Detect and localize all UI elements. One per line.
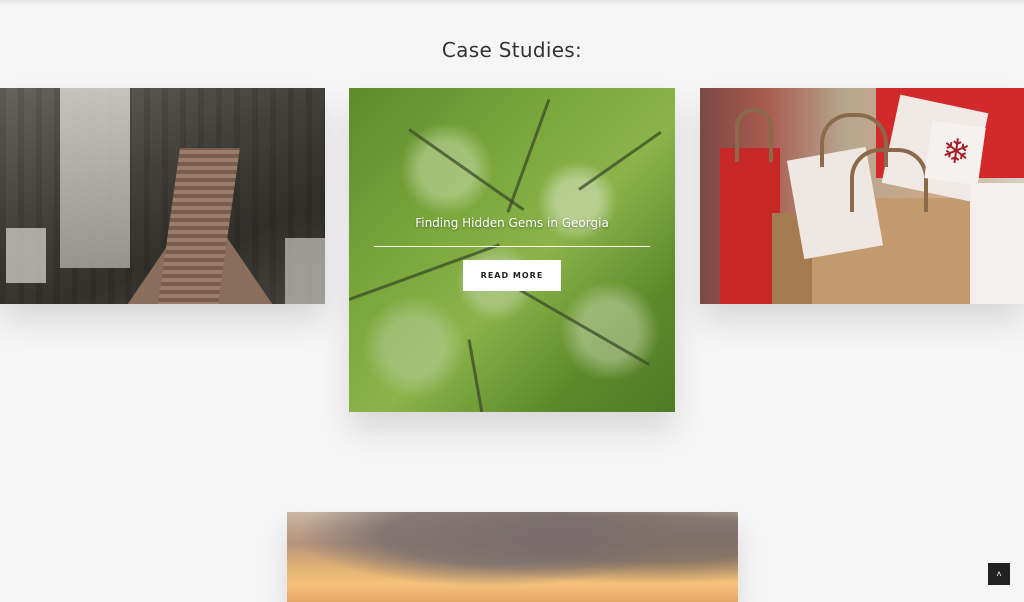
building-shape	[6, 228, 46, 283]
bag-handle-shape	[850, 148, 928, 212]
card-overlay-divider	[374, 246, 650, 247]
case-study-card-bags[interactable]: ❄	[700, 88, 1024, 304]
read-more-button[interactable]: READ MORE	[463, 260, 561, 291]
building-shape	[60, 88, 130, 268]
branch-shape	[506, 98, 551, 213]
case-study-card-sunset[interactable]	[287, 512, 738, 602]
card-overlay-title[interactable]: Finding Hidden Gems in Georgia	[349, 216, 675, 230]
case-study-card-city[interactable]	[0, 88, 325, 304]
snowflake-icon: ❄	[939, 130, 973, 174]
header-bar-edge	[0, 0, 1024, 2]
branch-shape	[467, 339, 490, 412]
bag-shape	[970, 183, 1024, 304]
bag-handle-shape	[735, 108, 773, 162]
case-study-card-forest[interactable]: Finding Hidden Gems in Georgia READ MORE	[349, 88, 675, 412]
branch-shape	[408, 128, 525, 212]
section-title: Case Studies:	[441, 38, 583, 62]
scroll-to-top-button[interactable]: ˄	[988, 563, 1010, 585]
building-shape	[285, 238, 325, 304]
branch-shape	[578, 130, 662, 191]
branch-shape	[518, 288, 650, 366]
chevron-up-icon: ˄	[996, 569, 1002, 579]
bag-shape	[720, 148, 780, 304]
